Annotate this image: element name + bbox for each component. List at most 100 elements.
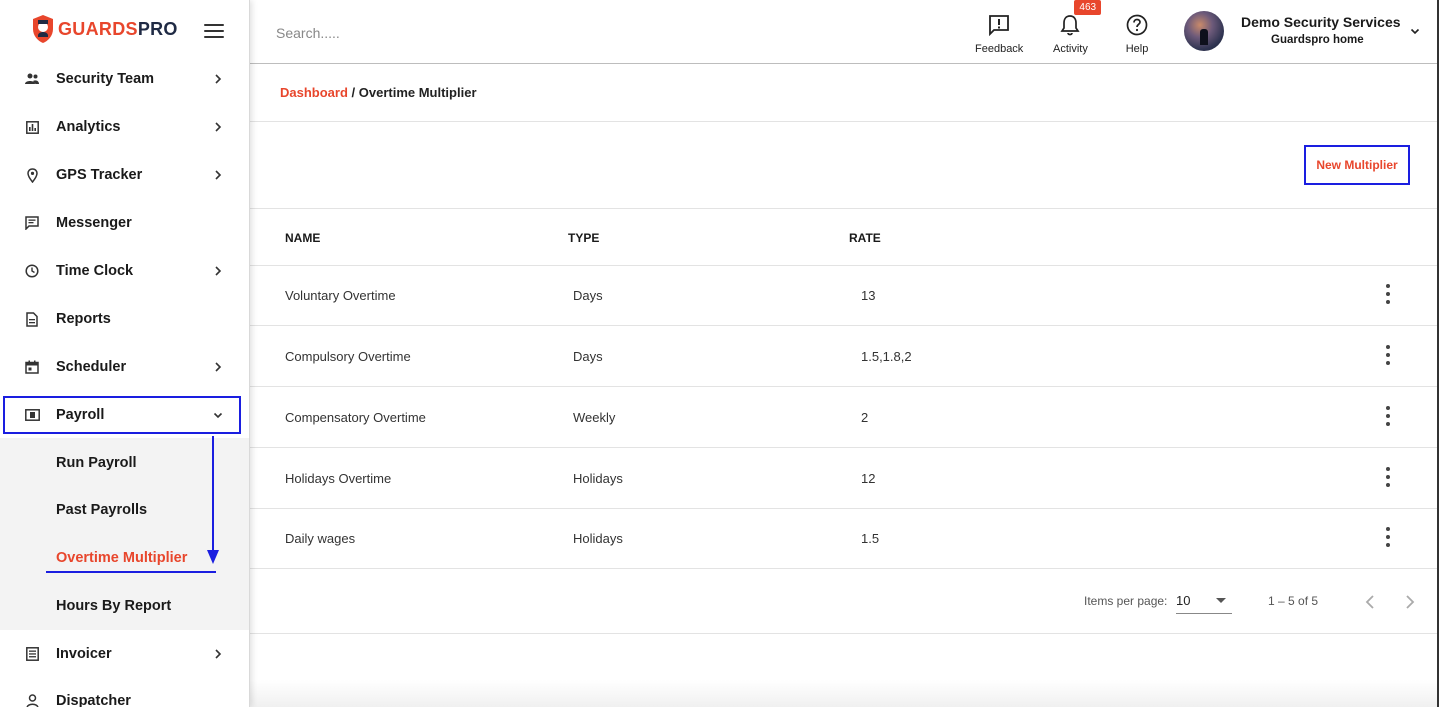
column-header-type[interactable]: TYPE — [568, 231, 599, 245]
divider — [250, 121, 1439, 122]
bar-chart-icon — [24, 119, 40, 135]
feedback-button[interactable]: Feedback — [975, 12, 1023, 55]
prev-page-icon[interactable] — [1362, 593, 1378, 611]
document-icon — [24, 311, 40, 327]
annotation-arrow-head — [207, 550, 219, 564]
annotation-arrow-line — [212, 436, 214, 554]
new-multiplier-button[interactable]: New Multiplier — [1304, 145, 1410, 185]
activity-button[interactable]: 463 Activity — [1053, 0, 1102, 55]
activity-count-badge: 463 — [1074, 0, 1102, 15]
column-header-rate[interactable]: RATE — [849, 231, 881, 245]
help-icon — [1125, 12, 1149, 38]
menu-toggle-icon[interactable] — [204, 24, 224, 38]
page-size-value: 10 — [1176, 593, 1191, 608]
payroll-highlight-annotation — [3, 396, 241, 434]
sidebar-item-label: Dispatcher — [56, 693, 131, 707]
submenu-item-past-payrolls[interactable]: Past Payrolls — [56, 502, 147, 518]
more-options-icon[interactable] — [1382, 527, 1394, 547]
cell-type: Weekly — [573, 409, 616, 425]
cell-rate: 1.5 — [861, 531, 880, 546]
location-pin-icon — [24, 167, 40, 183]
next-page-icon[interactable] — [1402, 593, 1418, 611]
list-icon — [24, 646, 40, 662]
help-button[interactable]: Help — [1125, 12, 1149, 55]
chevron-right-icon — [215, 266, 222, 276]
cell-name: Voluntary Overtime — [285, 287, 396, 303]
breadcrumb: Dashboard / Overtime Multiplier — [280, 85, 477, 100]
table-row: Voluntary Overtime Days 13 — [250, 265, 1439, 326]
sidebar-item-label: Analytics — [56, 119, 121, 135]
sidebar-item-messenger[interactable]: Messenger — [0, 199, 249, 247]
person-icon — [24, 693, 40, 707]
help-label: Help — [1125, 43, 1149, 55]
submenu-item-hours-by-report[interactable]: Hours By Report — [56, 598, 171, 614]
cell-type: Days — [573, 287, 603, 303]
topbar: Feedback 463 Activity Help Demo Security… — [250, 0, 1439, 64]
breadcrumb-dashboard-link[interactable]: Dashboard — [280, 85, 348, 100]
cell-rate: 1.5,1.8,2 — [861, 348, 912, 364]
table-row: Daily wages Holidays 1.5 — [250, 509, 1439, 569]
sidebar-item-label: Scheduler — [56, 359, 127, 375]
sidebar-item-label: Invoicer — [56, 646, 112, 662]
sidebar-item-security-team[interactable]: Security Team — [0, 55, 249, 103]
calendar-icon — [24, 359, 40, 375]
sidebar-item-label: Messenger — [56, 215, 132, 231]
table-row: Compensatory Overtime Weekly 2 — [250, 387, 1439, 448]
divider — [250, 208, 1439, 209]
sidebar-item-invoicer[interactable]: Invoicer — [0, 630, 249, 678]
cell-type: Holidays — [573, 470, 623, 486]
more-options-icon[interactable] — [1382, 467, 1394, 487]
cell-name: Compulsory Overtime — [285, 348, 411, 364]
more-options-icon[interactable] — [1382, 284, 1394, 304]
submenu-item-run-payroll[interactable]: Run Payroll — [56, 455, 137, 471]
chevron-right-icon — [215, 362, 222, 372]
bell-icon: 463 — [1058, 0, 1102, 38]
clock-icon — [24, 263, 40, 279]
sidebar-item-label: Reports — [56, 311, 111, 327]
items-per-page-label: Items per page: — [1084, 594, 1168, 608]
search-input[interactable] — [276, 22, 576, 44]
feedback-icon — [987, 12, 1011, 38]
sidebar-item-time-clock[interactable]: Time Clock — [0, 247, 249, 295]
sidebar-item-reports[interactable]: Reports — [0, 295, 249, 343]
brand-name: GUARDSPRO — [58, 18, 178, 39]
submenu-item-overtime-multiplier[interactable]: Overtime Multiplier — [56, 550, 187, 566]
sidebar-item-label: GPS Tracker — [56, 167, 143, 183]
sidebar-item-label: Time Clock — [56, 263, 134, 279]
cell-type: Holidays — [573, 531, 623, 546]
dropdown-caret-icon — [1216, 598, 1226, 603]
sidebar-item-scheduler[interactable]: Scheduler — [0, 343, 249, 391]
more-options-icon[interactable] — [1382, 345, 1394, 365]
sidebar-item-analytics[interactable]: Analytics — [0, 103, 249, 151]
sidebar: GUARDSPRO Security Team Analytics GPS Tr… — [0, 0, 250, 707]
avatar[interactable] — [1184, 11, 1224, 51]
chat-icon — [24, 215, 40, 231]
chevron-down-icon[interactable] — [1408, 24, 1422, 38]
sidebar-item-dispatcher[interactable]: Dispatcher — [0, 677, 249, 707]
table-row: Compulsory Overtime Days 1.5,1.8,2 — [250, 326, 1439, 387]
guard-shield-icon — [33, 15, 53, 43]
chevron-right-icon — [215, 649, 222, 659]
overtime-underline-annotation — [46, 571, 216, 573]
user-org: Guardspro home — [1271, 34, 1364, 46]
activity-label: Activity — [1053, 43, 1088, 55]
cell-name: Holidays Overtime — [285, 470, 392, 486]
sidebar-item-label: Security Team — [56, 71, 155, 87]
more-options-icon[interactable] — [1382, 406, 1394, 426]
cell-type: Days — [573, 348, 603, 364]
page-size-select[interactable]: 10 — [1176, 590, 1232, 614]
chevron-right-icon — [215, 170, 222, 180]
page-range: 1 – 5 of 5 — [1268, 594, 1319, 608]
cell-name: Daily wages — [285, 531, 356, 546]
divider — [250, 633, 1439, 634]
logo-row: GUARDSPRO — [0, 0, 249, 62]
breadcrumb-current: Overtime Multiplier — [358, 85, 477, 100]
chevron-right-icon — [215, 122, 222, 132]
sidebar-item-gps-tracker[interactable]: GPS Tracker — [0, 151, 249, 199]
cell-name: Compensatory Overtime — [285, 409, 426, 425]
column-header-name[interactable]: NAME — [285, 231, 320, 245]
brand-logo[interactable]: GUARDSPRO — [32, 14, 178, 44]
cell-rate: 12 — [861, 470, 876, 486]
breadcrumb-separator: / — [347, 85, 359, 100]
feedback-label: Feedback — [975, 43, 1024, 55]
